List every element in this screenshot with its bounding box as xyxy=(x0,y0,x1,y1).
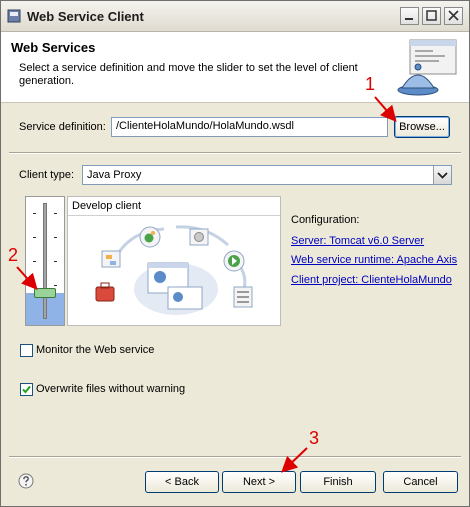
dropdown-button[interactable] xyxy=(433,166,451,184)
separator xyxy=(9,152,461,154)
slider-tick xyxy=(33,237,36,238)
app-icon xyxy=(7,9,21,23)
monitor-checkbox[interactable] xyxy=(20,344,33,357)
separator xyxy=(9,456,461,458)
page-title: Web Services xyxy=(11,40,96,55)
service-definition-input[interactable]: /ClienteHolaMundo/HolaMundo.wsdl xyxy=(111,117,388,137)
wizard-header: Web Services Select a service definition… xyxy=(1,32,469,103)
overwrite-checkbox[interactable] xyxy=(20,383,33,396)
generation-level-preview: Develop client xyxy=(67,196,281,326)
client-type-value: Java Proxy xyxy=(87,169,142,181)
maximize-button[interactable] xyxy=(422,7,441,25)
close-icon xyxy=(448,10,459,21)
server-link[interactable]: Server: Tomcat v6.0 Server xyxy=(291,235,424,247)
test-icon xyxy=(233,286,253,308)
close-button[interactable] xyxy=(444,7,463,25)
deploy-icon xyxy=(139,226,161,248)
back-button[interactable]: < Back xyxy=(145,471,219,493)
slider-tick xyxy=(54,261,57,262)
start-icon xyxy=(223,250,245,272)
develop-client-diagram xyxy=(95,225,253,315)
service-definition-label: Service definition: xyxy=(19,121,106,133)
slider-tick xyxy=(33,213,36,214)
slider-thumb[interactable] xyxy=(34,288,56,298)
configuration-label: Configuration: xyxy=(291,214,360,226)
browse-button[interactable]: Browse... xyxy=(394,116,450,138)
slider-track xyxy=(43,203,47,319)
next-button[interactable]: Next > xyxy=(222,471,296,493)
slider-tick xyxy=(54,237,57,238)
web-service-wizard-icon xyxy=(397,39,457,96)
annotation-arrow-3 xyxy=(281,447,308,473)
window-title: Web Service Client xyxy=(27,9,144,24)
minimize-button[interactable] xyxy=(400,7,419,25)
client-type-label: Client type: xyxy=(19,169,75,181)
install-icon xyxy=(189,228,209,246)
web-service-runtime-link[interactable]: Web service runtime: Apache Axis xyxy=(291,254,457,266)
help-icon[interactable] xyxy=(18,473,34,489)
page-description: Select a service definition and move the… xyxy=(19,62,358,87)
toolbox-icon xyxy=(95,282,115,302)
minimize-icon xyxy=(405,18,413,20)
title-bar[interactable]: Web Service Client xyxy=(1,1,469,32)
divider xyxy=(68,215,280,216)
cancel-button[interactable]: Cancel xyxy=(383,471,458,493)
client-generation-slider[interactable] xyxy=(25,196,65,326)
chevron-down-icon xyxy=(437,172,448,179)
annotation-label-3: 3 xyxy=(309,428,320,448)
client-type-select[interactable]: Java Proxy xyxy=(82,165,452,185)
finish-button[interactable]: Finish xyxy=(300,471,376,493)
monitor-label: Monitor the Web service xyxy=(36,344,155,356)
slider-tick xyxy=(33,261,36,262)
generation-level-title: Develop client xyxy=(72,200,142,212)
slider-tick xyxy=(54,213,57,214)
client-project-link[interactable]: Client project: ClienteHolaMundo xyxy=(291,274,452,286)
annotation-label-2: 2 xyxy=(8,245,19,265)
annotation-label-1: 1 xyxy=(365,74,376,94)
slider-tick xyxy=(33,285,36,286)
slider-tick xyxy=(54,285,57,286)
checkmark-icon xyxy=(22,385,31,394)
maximize-icon xyxy=(426,10,437,21)
class-icon xyxy=(101,250,121,268)
overwrite-label: Overwrite files without warning xyxy=(36,383,186,395)
web-service-client-window: Web Service Client Web Services Select a… xyxy=(0,0,470,507)
